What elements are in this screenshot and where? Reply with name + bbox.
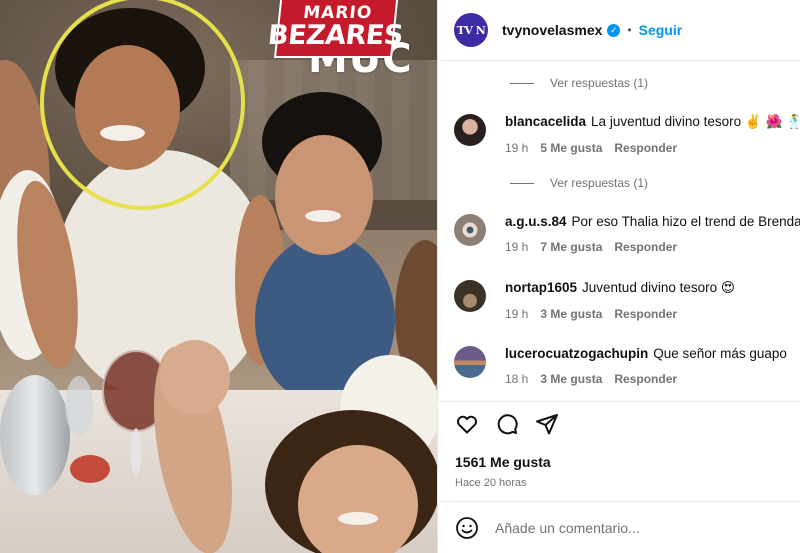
comment-body: a.g.u.s.84 Por eso Thalia hizo el trend d… [505, 214, 800, 254]
post-likes-count[interactable]: 1561 Me gusta [455, 454, 551, 470]
post-photo[interactable]: MUC MARIO BEZARES [0, 0, 437, 553]
comment-username[interactable]: lucerocuatzogachupin [505, 346, 648, 361]
comment-avatar[interactable] [454, 214, 486, 246]
name-banner: MARIO BEZARES [266, 0, 404, 58]
view-replies-link[interactable]: Ver respuestas (1) [510, 176, 648, 190]
share-icon[interactable] [535, 412, 559, 436]
comment-body: lucerocuatzogachupin Que señor más guapo … [505, 346, 787, 386]
heart-icon[interactable] [455, 412, 479, 436]
reply-button[interactable]: Responder [614, 141, 677, 155]
comment-input[interactable] [495, 519, 775, 536]
comment-meta: 19 h 5 Me gusta Responder [505, 141, 800, 155]
banner-last-name: BEZARES [266, 20, 405, 51]
post-header: TV N tvynovelasmex ✓ • Seguir [438, 0, 800, 61]
comment-text-line: nortap1605 Juventud divino tesoro 😍 [505, 280, 735, 296]
comment-item: lucerocuatzogachupin Que señor más guapo … [454, 346, 800, 386]
comment-avatar[interactable] [454, 346, 486, 378]
reply-button[interactable]: Responder [614, 372, 677, 386]
comments-list[interactable]: Ver respuestas (1) blancacelida La juvent… [438, 61, 800, 401]
replies-line [510, 82, 534, 84]
post-side-panel: TV N tvynovelasmex ✓ • Seguir Ver respue… [437, 0, 800, 553]
comment-likes[interactable]: 7 Me gusta [540, 240, 602, 254]
comment-username[interactable]: nortap1605 [505, 280, 577, 295]
comment-time: 19 h [505, 141, 529, 155]
highlight-circle [40, 0, 245, 210]
instagram-post-view: MUC MARIO BEZARES TV N tvynovelasmex ✓ •… [0, 0, 800, 553]
comment-meta: 19 h 7 Me gusta Responder [505, 240, 800, 254]
comment-likes[interactable]: 3 Me gusta [540, 372, 602, 386]
account-username[interactable]: tvynovelasmex [502, 22, 602, 38]
view-replies-label: Ver respuestas (1) [550, 176, 649, 190]
photo-ice-bucket [0, 375, 70, 495]
comment-text: Que señor más guapo [653, 346, 787, 361]
verified-badge-icon: ✓ [607, 23, 621, 37]
post-actions: 1561 Me gusta Hace 20 horas [438, 401, 800, 501]
photo-person2-face [275, 135, 373, 255]
photo-person3-face [298, 445, 418, 553]
comment-likes[interactable]: 3 Me gusta [540, 307, 602, 321]
reply-button[interactable]: Responder [614, 307, 677, 321]
comment-text: Por eso Thalia hizo el trend de Brenda [571, 214, 800, 229]
comment-text-line: lucerocuatzogachupin Que señor más guapo [505, 346, 787, 361]
view-replies-label: Ver respuestas (1) [550, 76, 649, 90]
comment-time: 18 h [505, 372, 529, 386]
comment-time: 19 h [505, 240, 529, 254]
photo-goblet-stem [131, 428, 141, 476]
comment-username[interactable]: a.g.u.s.84 [505, 214, 567, 229]
photo-person2-smile [305, 210, 341, 222]
comment-item: nortap1605 Juventud divino tesoro 😍 19 h … [454, 280, 800, 321]
comment-item: a.g.u.s.84 Por eso Thalia hizo el trend d… [454, 214, 800, 254]
photo-plate [70, 455, 110, 483]
comment-body: blancacelida La juventud divino tesoro ✌️… [505, 114, 800, 155]
comment-icon[interactable] [495, 412, 519, 436]
post-timestamp: Hace 20 horas [455, 477, 527, 489]
comment-text: La juventud divino tesoro ✌️ 🌺 🕺 [591, 114, 800, 129]
comment-text-line: blancacelida La juventud divino tesoro ✌️… [505, 114, 800, 130]
view-replies-link[interactable]: Ver respuestas (1) [510, 76, 648, 90]
comment-text: Juventud divino tesoro 😍 [582, 280, 735, 295]
comment-text-line: a.g.u.s.84 Por eso Thalia hizo el trend d… [505, 214, 800, 229]
comment-meta: 19 h 3 Me gusta Responder [505, 307, 735, 321]
photo-glass [65, 376, 93, 436]
separator-dot: • [627, 23, 632, 37]
reply-button[interactable]: Responder [614, 240, 677, 254]
comment-likes[interactable]: 5 Me gusta [540, 141, 602, 155]
account-avatar[interactable]: TV N [454, 13, 488, 47]
emoji-icon[interactable] [455, 516, 479, 540]
action-icons [455, 412, 559, 436]
comment-meta: 18 h 3 Me gusta Responder [505, 372, 787, 386]
replies-line [510, 182, 534, 184]
follow-button[interactable]: Seguir [639, 22, 683, 38]
comment-item: blancacelida La juventud divino tesoro ✌️… [454, 114, 800, 155]
photo-person3-smile [338, 512, 378, 525]
comment-avatar[interactable] [454, 114, 486, 146]
comment-time: 19 h [505, 307, 529, 321]
comment-avatar[interactable] [454, 280, 486, 312]
comment-username[interactable]: blancacelida [505, 114, 586, 129]
comment-body: nortap1605 Juventud divino tesoro 😍 19 h … [505, 280, 735, 321]
comment-composer [438, 501, 800, 553]
photo-raised-hand [160, 340, 230, 415]
